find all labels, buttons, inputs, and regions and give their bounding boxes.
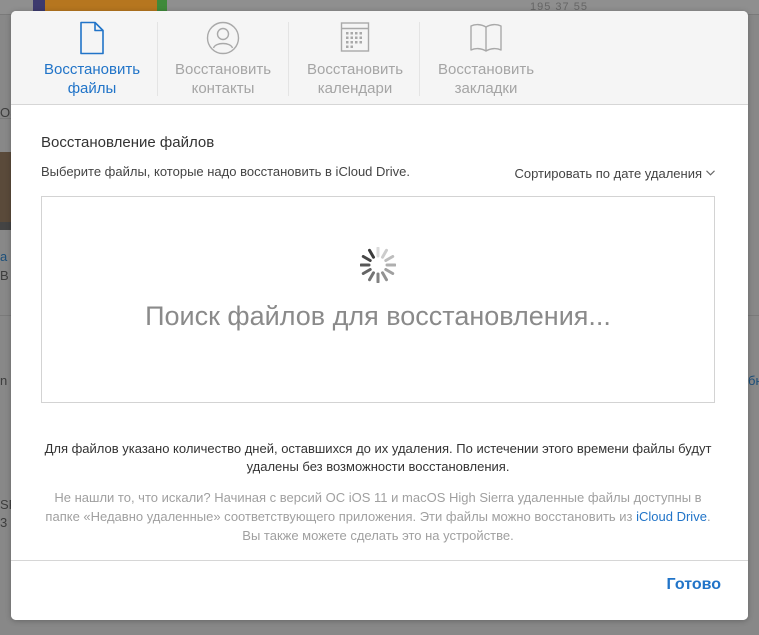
background-thumbnail: [0, 152, 11, 222]
bookmarks-icon: [420, 21, 552, 57]
searching-status: Поиск файлов для восстановления...: [145, 301, 611, 331]
tab-restore-contacts[interactable]: Восстановить контакты: [157, 21, 289, 105]
background-link: а: [0, 249, 8, 264]
tab-label: Восстановить календари: [306, 61, 404, 97]
background-color-strip: [33, 0, 45, 11]
background-text: n: [0, 373, 8, 388]
background-text: 3: [0, 515, 8, 530]
calendar-icon: [289, 21, 421, 57]
sort-dropdown[interactable]: Сортировать по дате удаления: [514, 164, 715, 181]
help-text-part: Не нашли то, что искали? Начиная с верси…: [45, 490, 702, 524]
sort-label: Сортировать по дате удаления: [514, 166, 702, 181]
help-text: Не нашли то, что искали? Начиная с верси…: [41, 488, 715, 545]
icloud-drive-link[interactable]: iCloud Drive: [636, 509, 707, 524]
file-list-area: Поиск файлов для восстановления...: [41, 196, 715, 403]
background-thumbnail-base: [0, 222, 11, 230]
restore-dialog: Восстановить файлы Восстановить контакты: [11, 11, 748, 620]
background-text: OS: [0, 105, 11, 120]
tab-label: Восстановить файлы: [43, 61, 141, 97]
restore-tab-bar: Восстановить файлы Восстановить контакты: [11, 11, 748, 105]
tab-restore-bookmarks[interactable]: Восстановить закладки: [420, 21, 552, 105]
background-text: B: [0, 268, 9, 283]
loading-spinner-icon: [360, 247, 396, 283]
dialog-footer: Готово: [11, 560, 748, 620]
background-divider: [748, 315, 759, 316]
tab-restore-files[interactable]: Восстановить файлы: [26, 21, 158, 105]
instructions-text: Выберите файлы, которые надо восстановит…: [41, 164, 410, 179]
background-divider: [0, 315, 11, 316]
document-icon: [26, 21, 158, 57]
tab-label: Восстановить закладки: [437, 61, 535, 97]
done-button[interactable]: Готово: [667, 576, 721, 594]
tab-restore-calendars[interactable]: Восстановить календари: [289, 21, 421, 105]
page-title: Восстановление файлов: [41, 134, 215, 151]
chevron-down-icon: [706, 164, 715, 179]
deletion-note: Для файлов указано количество дней, оста…: [44, 441, 712, 474]
contact-icon: [157, 21, 289, 57]
background-text: SP: [0, 497, 11, 512]
background-color-strip: [45, 0, 157, 11]
background-color-strip: [157, 0, 167, 11]
background-link: бн: [748, 373, 759, 388]
tab-label: Восстановить контакты: [174, 61, 272, 97]
